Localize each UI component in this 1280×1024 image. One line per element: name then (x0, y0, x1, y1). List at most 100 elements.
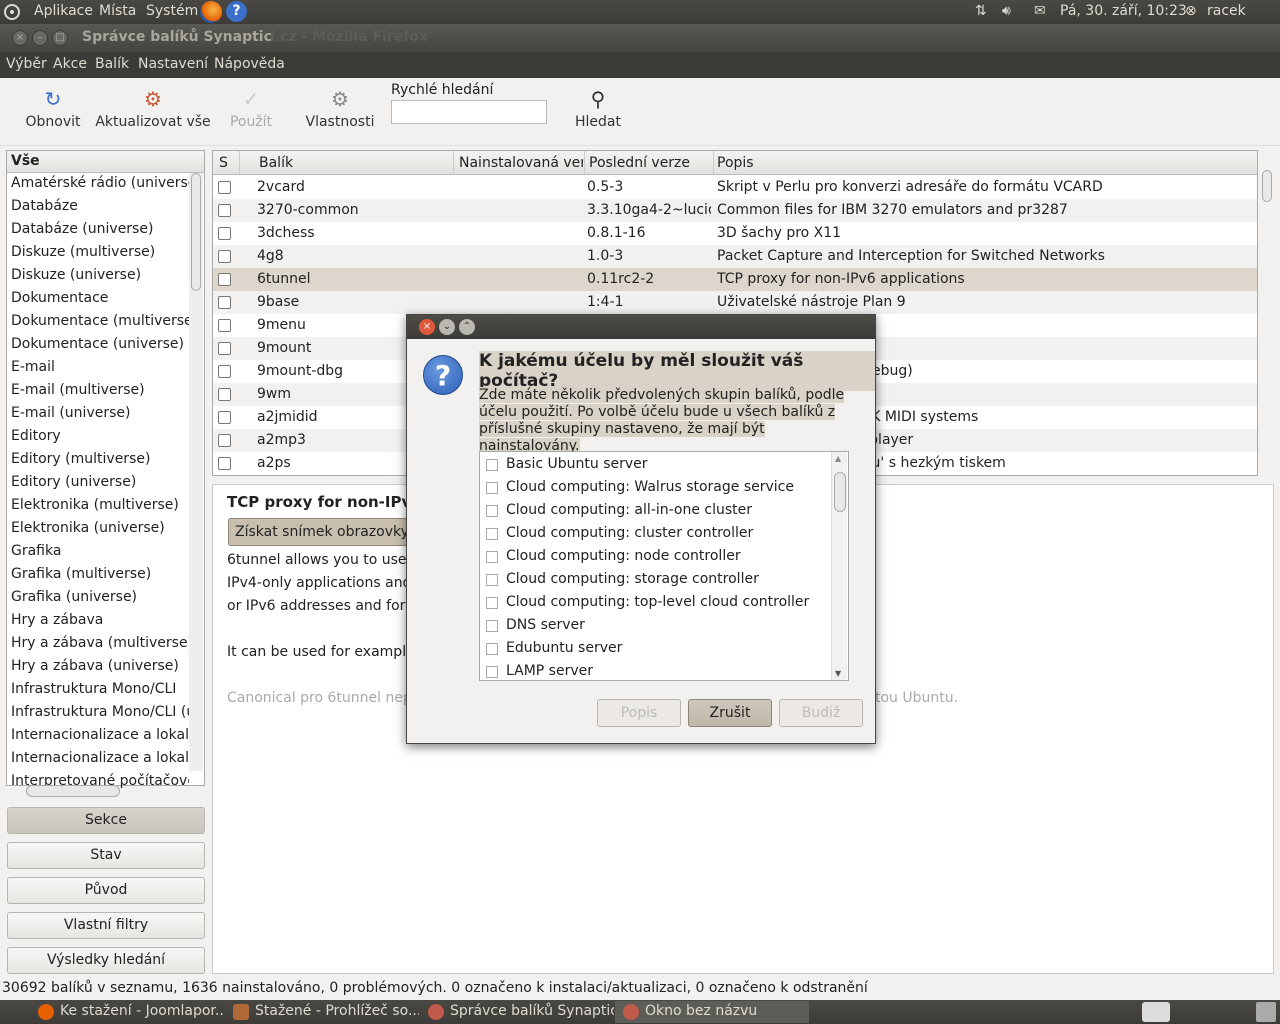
column-installed-version[interactable]: Nainstalovaná verze (459, 155, 583, 171)
trash-icon[interactable] (1256, 1002, 1276, 1022)
sidebar-item[interactable]: Internacionalizace a lokaliz (7, 748, 189, 771)
user-name[interactable]: racek (1207, 3, 1246, 19)
task-group-list[interactable]: Basic Ubuntu server Cloud computing: Walr… (479, 451, 849, 681)
table-scroll-thumb[interactable] (1262, 170, 1272, 202)
sidebar-item[interactable]: Elektronika (universe) (7, 518, 189, 541)
column-description[interactable]: Popis (717, 155, 754, 171)
sidebar-item[interactable]: Editory (7, 426, 189, 449)
firefox-icon[interactable] (200, 1, 222, 23)
close-icon[interactable]: × (419, 319, 435, 335)
sidebar-item[interactable]: Hry a zábava (multiverse) (7, 633, 189, 656)
menu-akce[interactable]: Akce (53, 56, 87, 72)
custom-filters-button[interactable]: Vlastní filtry (7, 912, 205, 939)
package-checkbox[interactable] (218, 434, 231, 447)
column-latest-version[interactable]: Poslední verze (589, 155, 711, 171)
package-checkbox[interactable] (218, 181, 231, 194)
menu-vyber[interactable]: Výběr (6, 56, 47, 72)
task-group-checkbox[interactable] (486, 666, 498, 678)
maximize-icon[interactable]: □ (52, 30, 68, 46)
sidebar-item[interactable]: Editory (multiverse) (7, 449, 189, 472)
search-results-button[interactable]: Výsledky hledání (7, 947, 205, 974)
sidebar-scroll-thumb[interactable] (191, 173, 201, 291)
mark-all-upgrades-button[interactable]: ⚙ Aktualizovat vše (94, 88, 212, 130)
table-row[interactable]: 3dchess 0.8.1-16 3D šachy pro X11 (213, 222, 1257, 245)
table-row[interactable]: 3270-common 3.3.10ga4-2~lucid1 Common file… (213, 199, 1257, 222)
session-icon[interactable]: ⊗ (1185, 3, 1197, 19)
sidebar-scrollbar[interactable] (189, 173, 203, 771)
table-scrollbar[interactable] (1260, 150, 1274, 476)
package-checkbox[interactable] (218, 365, 231, 378)
sidebar-item[interactable]: Dokumentace (universe) (7, 334, 189, 357)
ubuntu-logo-icon[interactable] (4, 4, 20, 20)
group-list-scrollbar[interactable]: ▲ ▼ (831, 452, 847, 680)
task-group-checkbox[interactable] (486, 574, 498, 586)
sections-button[interactable]: Sekce (7, 807, 205, 834)
taskbar-item-file-browser[interactable]: Stažené - Prohlížeč so... (225, 1001, 419, 1023)
sidebar-item[interactable]: Databáze (universe) (7, 219, 189, 242)
close-icon[interactable]: × (12, 30, 28, 46)
sidebar-item[interactable]: Diskuze (multiverse) (7, 242, 189, 265)
menu-applications[interactable]: Aplikace (34, 3, 93, 19)
sidebar-item[interactable]: Diskuze (universe) (7, 265, 189, 288)
package-checkbox[interactable] (218, 227, 231, 240)
package-checkbox[interactable] (218, 411, 231, 424)
sidebar-item[interactable]: Infrastruktura Mono/CLI (7, 679, 189, 702)
column-package[interactable]: Balík (259, 155, 449, 171)
task-group-checkbox[interactable] (486, 643, 498, 655)
section-list-header[interactable]: Vše (7, 151, 204, 173)
status-button[interactable]: Stav (7, 842, 205, 869)
sidebar-item[interactable]: Elektronika (multiverse) (7, 495, 189, 518)
scroll-up-icon[interactable]: ▲ (835, 454, 841, 463)
minimize-icon[interactable]: – (32, 30, 48, 46)
column-status[interactable]: S (219, 155, 228, 171)
sidebar-item[interactable]: Editory (universe) (7, 472, 189, 495)
taskbar-item-untitled[interactable]: Okno bez názvu (615, 1001, 809, 1023)
table-row[interactable]: 4g8 1.0-3 Packet Capture and Interception … (213, 245, 1257, 268)
package-checkbox[interactable] (218, 319, 231, 332)
sidebar-item[interactable]: Hry a zábava (7, 610, 189, 633)
sidebar-item[interactable]: Hry a zábava (universe) (7, 656, 189, 679)
sidebar-hscroll-thumb[interactable] (26, 785, 120, 797)
task-group-checkbox[interactable] (486, 459, 498, 471)
sidebar-item[interactable]: Dokumentace (7, 288, 189, 311)
sidebar-item[interactable]: Infrastruktura Mono/CLI (un (7, 702, 189, 725)
maximize-icon[interactable]: ⌃ (459, 319, 475, 335)
minimize-icon[interactable]: ⌄ (439, 319, 455, 335)
table-row[interactable]: 9base 1:4-1 Uživatelské nástroje Plan 9 (213, 291, 1257, 314)
sidebar-item[interactable]: E-mail (multiverse) (7, 380, 189, 403)
clock[interactable]: Pá, 30. září, 10:23 (1060, 3, 1187, 19)
task-group-checkbox[interactable] (486, 620, 498, 632)
menu-napoveda[interactable]: Nápověda (214, 56, 285, 72)
sidebar-item[interactable]: E-mail (7, 357, 189, 380)
sidebar-item[interactable]: Grafika (multiverse) (7, 564, 189, 587)
help-icon[interactable]: ? (226, 1, 247, 22)
workspace-switcher[interactable] (1142, 1002, 1170, 1022)
task-group-checkbox[interactable] (486, 551, 498, 563)
cancel-button[interactable]: Zrušit (688, 699, 772, 727)
sidebar-item[interactable]: Databáze (7, 196, 189, 219)
scroll-down-icon[interactable]: ▼ (835, 669, 841, 678)
get-screenshot-button[interactable]: Získat snímek obrazovky (228, 518, 416, 546)
package-checkbox[interactable] (218, 296, 231, 309)
volume-icon[interactable]: 🔊︎ (1002, 3, 1011, 19)
menu-balik[interactable]: Balík (95, 56, 129, 72)
section-list[interactable]: Vše Amatérské rádio (universe) Databáze Da… (6, 150, 205, 789)
package-checkbox[interactable] (218, 342, 231, 355)
quick-search-input[interactable] (391, 100, 547, 124)
taskbar-item-firefox[interactable]: Ke stažení - Joomlapor... (30, 1001, 224, 1023)
sidebar-item[interactable]: E-mail (universe) (7, 403, 189, 426)
taskbar-item-synaptic[interactable]: Správce balíků Synaptic (420, 1001, 614, 1023)
package-checkbox[interactable] (218, 204, 231, 217)
package-checkbox[interactable] (218, 457, 231, 470)
describe-button[interactable]: Popis (597, 699, 681, 727)
search-button[interactable]: ⚲ Hledat (570, 88, 626, 130)
sidebar-item[interactable]: Grafika (7, 541, 189, 564)
sidebar-item[interactable]: Grafika (universe) (7, 587, 189, 610)
menu-places[interactable]: Místa (99, 3, 136, 19)
package-checkbox[interactable] (218, 273, 231, 286)
window-titlebar[interactable]: × – □ Správce balíků Synaptic l.cz - Moz… (0, 24, 1280, 52)
network-icon[interactable]: ⇅ (975, 3, 987, 19)
task-group-checkbox[interactable] (486, 597, 498, 609)
ok-button[interactable]: Budiž (779, 699, 863, 727)
package-checkbox[interactable] (218, 388, 231, 401)
